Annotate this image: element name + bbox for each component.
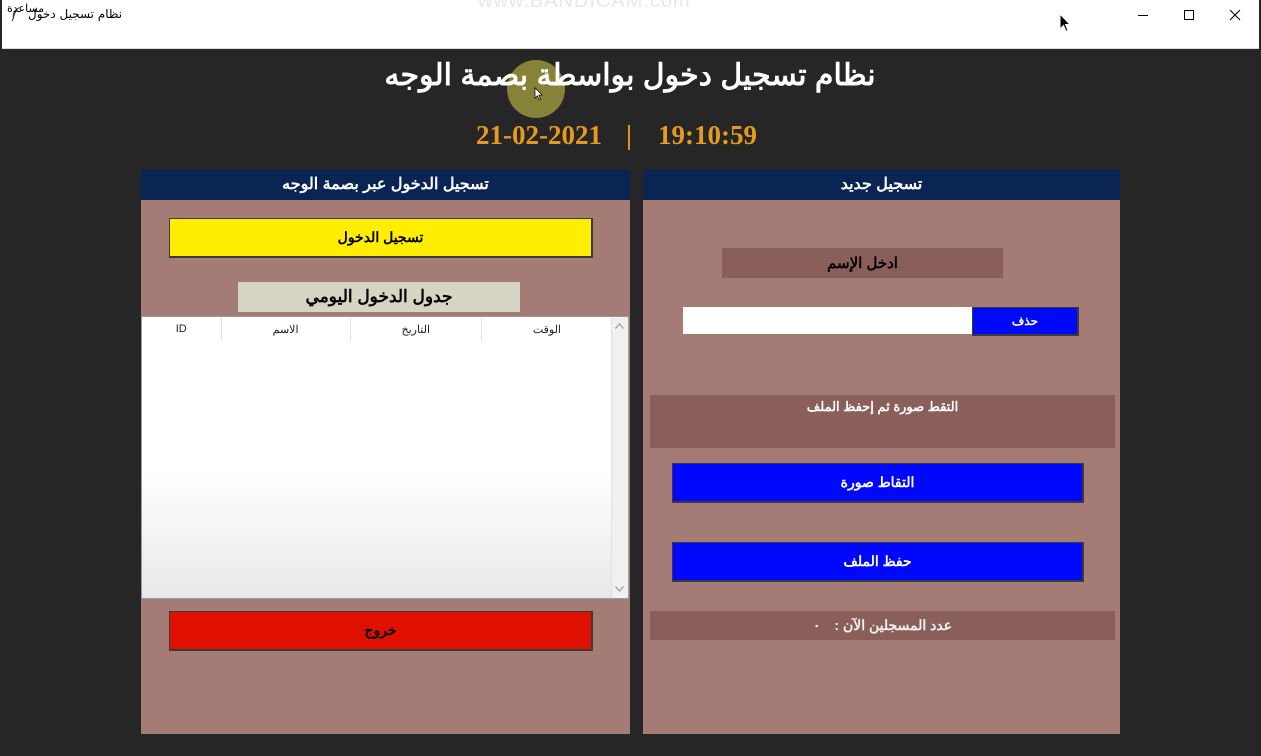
login-button[interactable]: تسجيل الدخول [169,218,593,258]
registered-count: عدد المسجلين الآن : ٠ [650,611,1115,640]
scroll-up-arrow-icon[interactable] [611,318,628,334]
daily-log-table[interactable] [141,316,629,599]
minimize-icon [1138,15,1148,16]
name-input[interactable] [683,307,973,334]
close-icon [1229,9,1241,21]
maximize-icon [1184,10,1194,20]
table-header: ID الاسم التاريخ الوقت [142,317,612,341]
menu-help[interactable]: مساعدة [7,2,44,15]
current-date: 21-02-2021 [476,120,602,150]
save-file-button[interactable]: حفظ الملف [672,542,1084,582]
delete-button[interactable]: حذف [972,307,1079,336]
column-header-date[interactable]: التاريخ [351,317,482,341]
table-scrollbar[interactable] [611,317,628,598]
registered-count-value: ٠ [812,617,821,633]
register-panel-heading: تسجيل جديد [643,170,1120,200]
capture-photo-button[interactable]: التقاط صورة [672,463,1084,503]
login-panel-heading: تسجيل الدخول عبر بصمة الوجه [141,170,630,200]
column-header-id[interactable]: ID [142,317,222,341]
scroll-down-arrow-icon[interactable] [611,581,628,597]
maximize-button[interactable] [1166,0,1212,30]
datetime-display: 21-02-2021 | 19:10:59 [420,120,820,156]
capture-instruction: التقط صورة ثم إحفظ الملف [650,395,1115,448]
column-header-name[interactable]: الاسم [222,317,351,341]
current-time: 19:10:59 [658,120,757,150]
column-header-time[interactable]: الوقت [482,317,612,341]
mouse-cursor-icon [1059,12,1072,37]
pointer-cursor-icon [534,86,543,105]
exit-button[interactable]: خروج [169,611,593,651]
page-title: نظام تسجيل دخول بواسطة بصمة الوجه [384,59,876,92]
registered-count-label: عدد المسجلين الآن : [834,617,953,633]
datetime-separator: | [626,120,632,150]
minimize-button[interactable] [1120,0,1166,30]
daily-log-title: جدول الدخول اليومي [238,282,520,312]
enter-name-label: ادخل الإسم [722,248,1003,278]
close-button[interactable] [1212,0,1258,30]
recording-watermark: www.BANDICAM.com [478,0,691,12]
